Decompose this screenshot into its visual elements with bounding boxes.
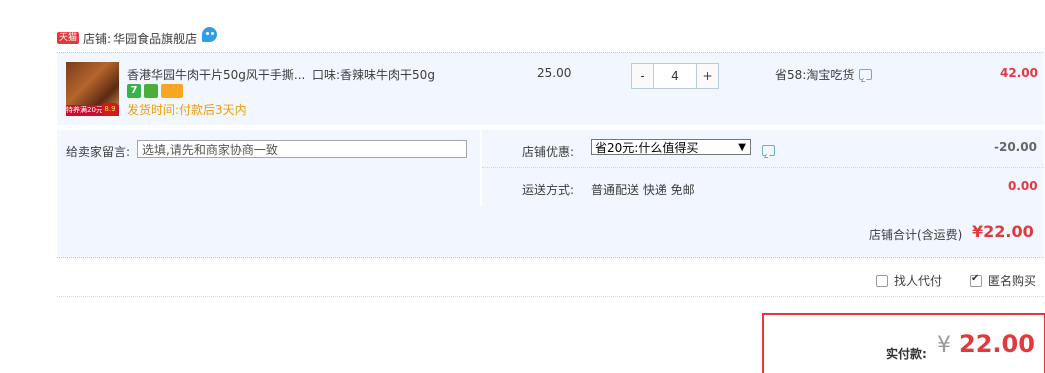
anonymous-option[interactable]: 匿名购买 xyxy=(970,272,1036,289)
line-total: 42.00 xyxy=(1000,66,1038,80)
delivery-label: 运送方式: xyxy=(522,183,575,197)
divider xyxy=(482,167,1044,169)
quantity-stepper: - 4 + xyxy=(631,63,719,89)
quantity-plus-button[interactable]: + xyxy=(696,64,718,88)
divider xyxy=(57,296,1044,298)
proxy-pay-option[interactable]: 找人代付 xyxy=(876,272,942,289)
delivery-fee: 0.00 xyxy=(1008,179,1038,193)
subtotal-label: 店铺合计(含运费) xyxy=(869,228,963,242)
shop-name-link[interactable]: 华园食品旗舰店 xyxy=(113,30,197,47)
proxy-pay-label: 找人代付 xyxy=(894,274,943,288)
dropdown-arrow-icon: ▼ xyxy=(738,142,746,153)
message-label: 给卖家留言: xyxy=(66,145,131,159)
product-title-link[interactable]: 香港华园牛肉干片50g风干手撕... xyxy=(127,66,305,83)
quantity-input[interactable]: 4 xyxy=(654,64,696,88)
shop-discount-value: -20.00 xyxy=(994,140,1037,154)
shop-discount-label: 店铺优惠: xyxy=(522,145,575,159)
shop-label: 店铺: xyxy=(83,31,112,46)
comment-icon[interactable] xyxy=(859,69,873,80)
item-promo-text: 省58:淘宝吃货 xyxy=(775,68,855,82)
currency-symbol: ¥ xyxy=(937,333,951,358)
comment-icon[interactable] xyxy=(762,145,775,156)
ship-time: 发货时间:付款后3天内 xyxy=(127,103,247,117)
subtotal-value: ¥22.00 xyxy=(972,222,1034,241)
product-thumbnail[interactable]: 特养满20元 8.9 xyxy=(66,62,119,116)
delivery-method: 普通配送 快递 免邮 xyxy=(591,183,695,197)
tmall-badge: 天猫 xyxy=(57,32,80,44)
wangwang-icon[interactable] xyxy=(202,26,218,42)
payment-amount: 22.00 xyxy=(959,330,1035,358)
shop-header: 天猫 店铺: 华园食品旗舰店 xyxy=(57,26,218,48)
anonymous-label: 匿名购买 xyxy=(988,274,1037,288)
seven-day-return-icon[interactable]: 7 xyxy=(127,84,141,98)
quantity-minus-button[interactable]: - xyxy=(632,64,654,88)
proxy-pay-checkbox[interactable] xyxy=(876,274,888,287)
payment-label: 实付款: xyxy=(886,347,927,361)
anonymous-checkbox[interactable] xyxy=(970,273,982,287)
unit-price: 25.00 xyxy=(537,66,572,80)
guarantee-icon[interactable] xyxy=(144,84,158,98)
credit-card-icon[interactable] xyxy=(161,84,183,98)
shop-discount-select[interactable]: 省20元:什么值得买 ▼ xyxy=(591,139,751,155)
service-badges: 7 xyxy=(127,84,183,98)
thumb-price-bubble: 8.9 xyxy=(102,103,118,116)
message-input[interactable]: 选填,请先和商家协商一致 xyxy=(137,140,467,158)
shop-discount-selected: 省20元:什么值得买 xyxy=(595,141,699,155)
product-spec: 口味:香辣味牛肉干50g xyxy=(312,68,435,82)
item-promo: 省58:淘宝吃货 xyxy=(775,66,873,83)
